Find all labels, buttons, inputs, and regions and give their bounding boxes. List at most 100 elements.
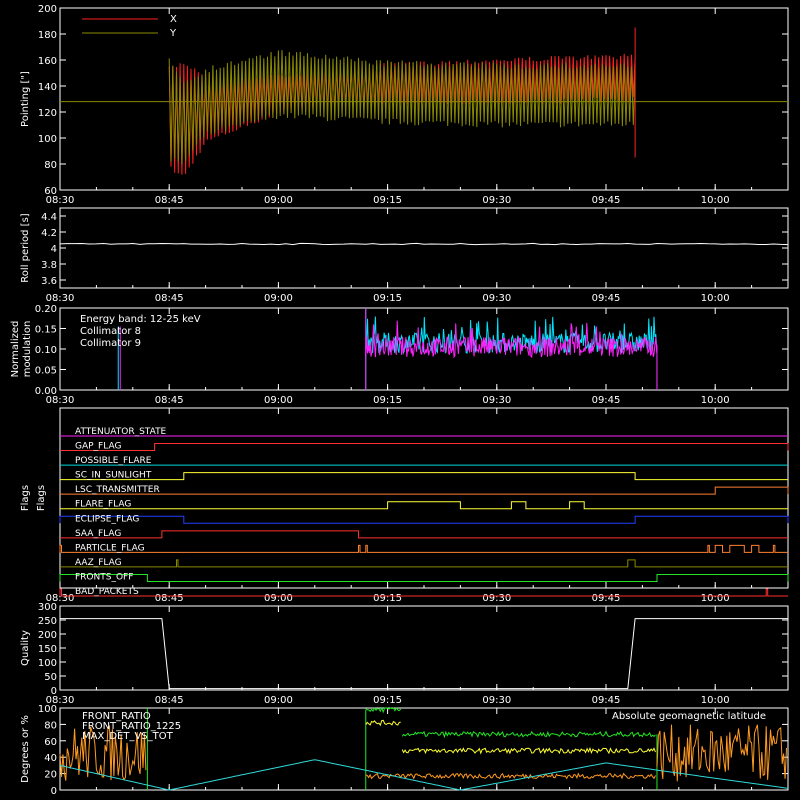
y-tick-label: 0.15 [35,325,57,336]
y-tick-label: 0.10 [35,345,57,356]
flag-line [60,559,788,568]
y-axis-label: Quality [20,630,31,666]
y-tick-label: 150 [38,644,57,655]
y-tick-label: 100 [38,704,57,715]
legend-max-det-vs-tot: MAX_DET_VS_TOT [82,731,174,742]
legend-collimator-9: Collimator 9 [80,338,141,349]
x-tick-label: 09:00 [264,593,293,604]
x-tick-label: 09:15 [373,395,402,406]
panel-pointing: 08:30 08:45 09:00 09:15 09:30 09:45 10:0060801… [20,4,789,206]
panel-frame [59,407,789,589]
flag-line [60,486,789,495]
y-tick-label: 140 [38,82,57,93]
x-tick-label: 09:30 [482,593,511,604]
y-tick-label: 0 [51,686,57,697]
x-tick-label: 09:30 [482,293,511,304]
x-tick-label: 08:30 [46,293,75,304]
y-axis-label: Flags [36,485,47,511]
y-tick-label: 180 [38,30,57,41]
x-tick-label: 09:45 [592,293,621,304]
x-tick-label: 09:15 [373,695,402,706]
x-tick-label: 09:45 [592,395,621,406]
legend-geomag-latitude: Absolute geomagnetic latitude [612,711,766,722]
degrees-series-line [365,719,401,727]
panel-flags: 08:30 08:45 09:00 09:15 09:30 09:45 10:00Flags… [20,407,789,604]
y-tick-label: 20 [44,770,57,781]
legend-y-label: Y [169,28,177,39]
x-tick-label: 10:00 [701,195,730,206]
x-tick-label: 10:00 [701,293,730,304]
flag-label: ECLIPSE_FLAG [75,514,139,524]
flag-label: AAZ_FLAG [75,558,122,568]
legend-x-label: X [170,14,177,25]
y-tick-label: 80 [44,160,57,171]
flag-line [59,515,789,524]
x-tick-label: 09:30 [482,395,511,406]
flag-line [60,443,789,452]
x-tick-label: 09:15 [373,293,402,304]
quality-line [60,618,788,690]
degrees-series-line [401,730,656,739]
x-tick-label: 09:00 [264,695,293,706]
flag-label: GAP_FLAG [75,442,121,452]
x-tick-label: 09:30 [482,695,511,706]
y-tick-label: 100 [38,658,57,669]
x-tick-label: 10:00 [701,695,730,706]
flag-label: BAD_PACKETS [75,587,139,597]
panel-roll: 08:30 08:45 09:00 09:15 09:30 09:45 10:00 3.6 3.… [20,207,789,304]
flag-line [60,530,788,539]
x-tick-label: 08:45 [155,395,184,406]
degrees-series-line [401,746,656,755]
degrees-series-line [365,772,656,780]
y-axis-label: Normalized [10,321,21,378]
flag-line [59,544,788,553]
y-axis-label: modulation [22,321,33,378]
x-tick-label: 09:45 [592,695,621,706]
panel-quality: 08:30 08:45 09:00 09:15 09:30 09:45 10:0005010… [20,602,789,706]
flag-label: SAA_FLAG [75,529,121,539]
flag-line [60,501,788,510]
legend-collimator-8: Collimator 8 [80,326,141,337]
y-axis-label: Flags [20,485,31,511]
y-tick-label: 200 [38,4,57,15]
roll-period-line [59,242,789,246]
x-tick-label: 08:45 [155,593,184,604]
y-axis-label: Degrees or % [20,715,31,783]
y-tick-label: 0.05 [35,366,57,377]
y-tick-label: 300 [38,602,57,613]
y-tick-label: 3.8 [41,260,57,271]
flag-line [60,472,788,481]
x-tick-label: 09:15 [373,593,402,604]
y-tick-label: 0.00 [35,386,57,397]
y-tick-label: 3.6 [41,276,57,287]
y-tick-label: 0 [51,786,57,797]
x-tick-label: 08:45 [155,695,184,706]
flag-label: FRONTS_OFF [75,572,133,582]
x-tick-label: 09:45 [592,195,621,206]
y-tick-label: 4.4 [41,212,57,223]
y-tick-label: 250 [38,616,57,627]
y-tick-label: 100 [38,134,57,145]
y-tick-label: 50 [44,672,57,683]
x-tick-label: 08:45 [155,195,184,206]
y-tick-label: 60 [44,737,57,748]
flag-label: POSSIBLE_FLARE [75,456,152,466]
x-tick-label: 09:30 [482,195,511,206]
y-tick-label: 4.2 [41,228,57,239]
energy-band-annotation: Energy band: 12-25 keV [80,314,201,325]
y-axis-label: Roll period [s] [20,213,31,282]
flag-label: LSC_TRANSMITTER [75,485,160,495]
degrees-series-line [365,706,402,714]
y-tick-label: 40 [44,753,57,764]
y-axis-label: Pointing ["] [20,71,31,127]
flag-label: PARTICLE_FLAG [75,543,145,553]
y-tick-label: 120 [38,108,57,119]
x-tick-label: 09:15 [373,195,402,206]
flag-line [59,573,789,582]
x-tick-label: 09:00 [264,195,293,206]
y-tick-label: 60 [44,186,57,197]
x-tick-label: 09:45 [592,593,621,604]
panel-degrees: 020406080100Degrees or % FRONT_RATIOFRONT… [20,704,789,797]
y-tick-label: 160 [38,56,57,67]
x-tick-label: 09:00 [264,395,293,406]
